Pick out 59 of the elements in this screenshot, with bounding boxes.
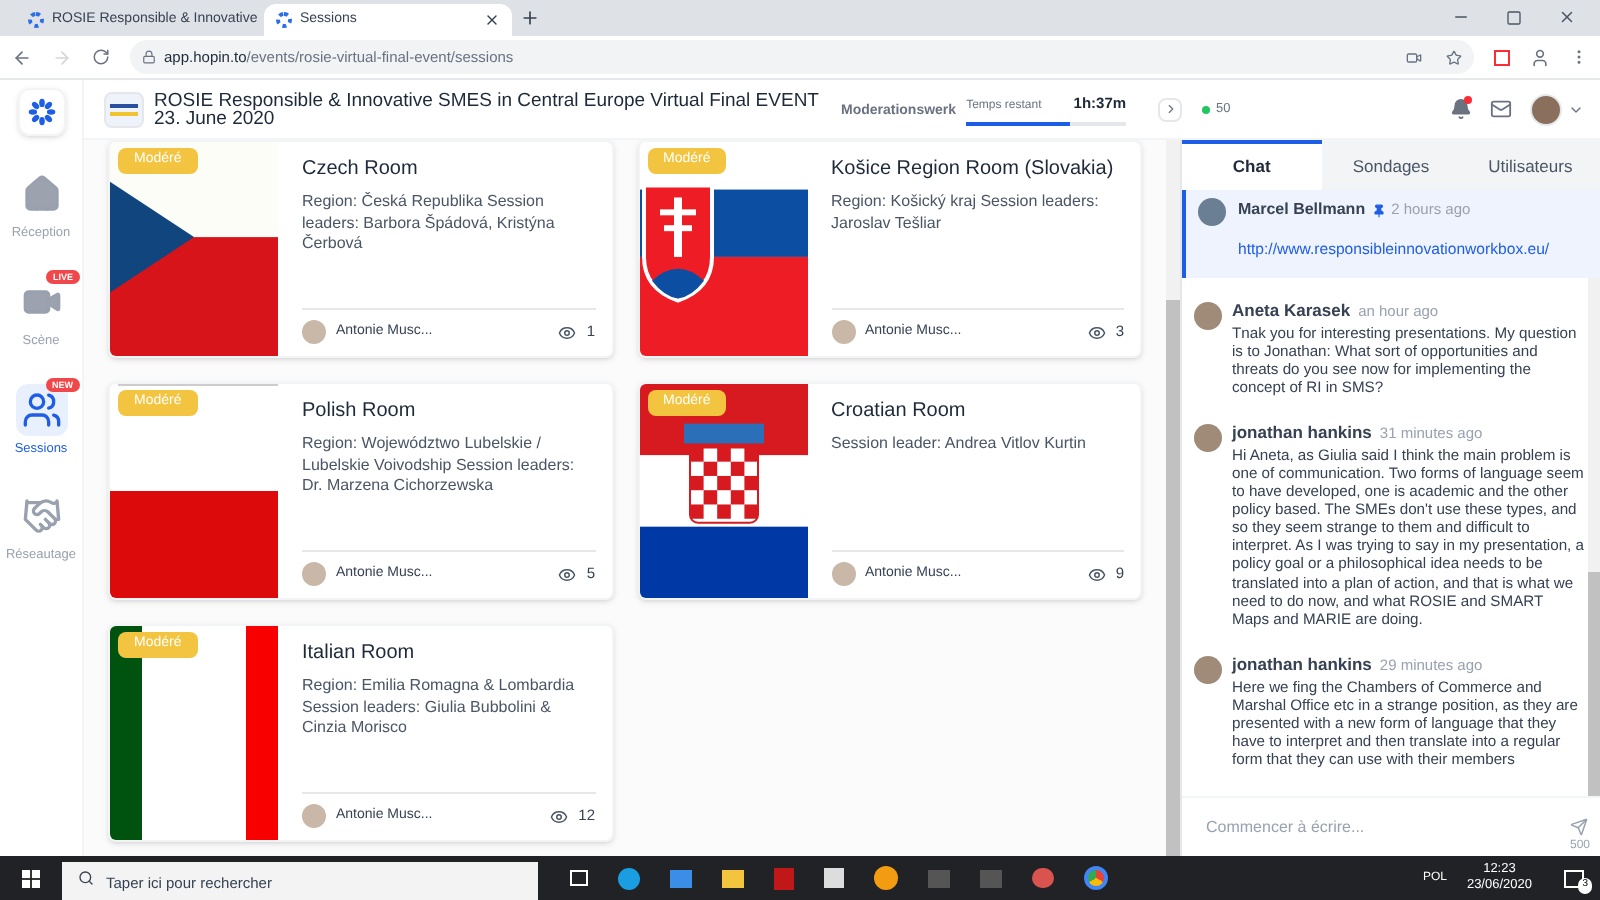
search-icon — [78, 870, 94, 886]
bookmark-icon[interactable] — [1446, 49, 1462, 65]
message-author: Marcel Bellmann — [1238, 198, 1366, 222]
camera-icon — [1406, 49, 1422, 65]
event-title: ROSIE Responsible & Innovative SMES in Central Europe Virtual Final EVENT — [154, 91, 819, 109]
avatar — [831, 320, 855, 344]
collapse-button[interactable] — [1158, 97, 1182, 121]
event-date: 23. June 2020 — [154, 109, 275, 127]
session-title: Polish Room — [302, 398, 418, 426]
close-icon[interactable] — [1558, 8, 1576, 26]
chevron-icon — [1163, 102, 1177, 116]
session-title: Czech Room — [302, 156, 420, 184]
notifications-icon[interactable] — [1450, 98, 1472, 120]
session-description: Region: Česká Republika Session leaders: Barbora Špádová, Kristýna Čerbová — [302, 192, 557, 255]
avatar — [302, 562, 326, 586]
maximize-icon[interactable] — [1506, 9, 1522, 25]
user-avatar[interactable] — [1530, 93, 1562, 125]
lock-icon — [142, 50, 156, 64]
new-tab-icon[interactable] — [520, 8, 540, 28]
session-description: Region: Košický kraj Session leaders: Jaroslav Tešliar — [831, 192, 1101, 234]
message-author: jonathan hankins — [1232, 651, 1372, 678]
avatar — [1194, 655, 1222, 684]
avatar — [1198, 198, 1226, 226]
session-description: Session leader: Andrea Vitlov Kurtin — [831, 434, 1088, 455]
session-title: Croatian Room — [831, 398, 968, 426]
avatar — [302, 804, 326, 828]
message-input[interactable]: Commencer à écrire... — [1206, 815, 1570, 839]
swirl-icon — [27, 98, 55, 126]
home-icon — [21, 174, 61, 214]
avatar — [831, 562, 855, 586]
avatar — [1194, 424, 1222, 453]
eye-icon — [1087, 323, 1106, 341]
session-title: Košice Region Room (Slovakia) — [831, 156, 1116, 184]
eye-icon — [1087, 565, 1106, 583]
eye-icon — [558, 565, 577, 583]
people-icon — [21, 389, 61, 429]
message-author: Aneta Karasek — [1232, 298, 1351, 324]
event-logo — [104, 91, 144, 127]
back-icon[interactable] — [12, 47, 32, 67]
eye-icon — [558, 323, 577, 341]
message-author: jonathan hankins — [1232, 420, 1372, 446]
profile-icon[interactable] — [1530, 47, 1550, 67]
send-icon[interactable] — [1570, 818, 1588, 836]
handshake-icon — [21, 496, 61, 537]
chat-tab[interactable]: Utilisateurs — [1460, 140, 1600, 190]
chrome-icon[interactable] — [1084, 866, 1108, 890]
task-view-icon[interactable] — [570, 870, 588, 886]
eye-icon — [550, 807, 569, 825]
avatar — [1194, 302, 1222, 330]
reload-icon[interactable] — [92, 48, 110, 66]
session-title: Italian Room — [302, 640, 417, 668]
close-icon[interactable] — [484, 12, 500, 28]
session-description: Region: Województwo Lubelskie / Lubelskie Voivodship Session leaders: Dr. Marzena Cichorzewska — [302, 434, 577, 497]
pin-icon — [1371, 203, 1386, 217]
chat-tab[interactable]: Sondages — [1321, 140, 1461, 190]
mail-icon[interactable] — [1490, 98, 1512, 120]
session-description: Region: Emilia Romagna & Lombardia Session leaders: Giulia Bubbolini & Cinzia Morisco — [302, 676, 577, 739]
avatar — [302, 320, 326, 344]
start-icon[interactable] — [22, 869, 40, 887]
